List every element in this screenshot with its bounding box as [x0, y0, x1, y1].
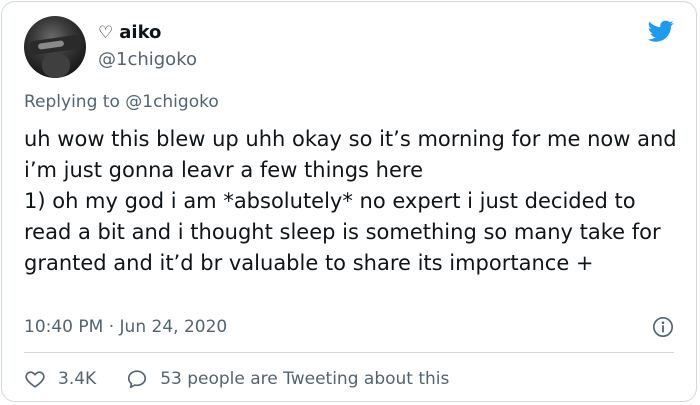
- tweet-card: ♡ aiko @1chigoko Replying to @1chigoko u…: [1, 1, 697, 402]
- avatar[interactable]: [24, 16, 86, 78]
- like-count: 3.4K: [58, 369, 97, 389]
- tweet-text: uh wow this blew up uhh okay so it’s mor…: [24, 127, 677, 275]
- display-name[interactable]: aiko: [119, 22, 161, 44]
- divider: [24, 352, 674, 353]
- tweet-timestamp[interactable]: 10:40 PM · Jun 24, 2020: [24, 316, 227, 338]
- author-name-row[interactable]: ♡ aiko: [98, 22, 161, 44]
- meta-separator: ·: [108, 317, 115, 337]
- name-heart-glyph: ♡: [98, 23, 114, 43]
- speech-bubble-icon: [128, 370, 147, 389]
- tweeting-about-link[interactable]: 53 people are Tweeting about this: [126, 367, 449, 391]
- like-button[interactable]: 3.4K: [24, 367, 96, 391]
- tweeting-about-text: 53 people are Tweeting about this: [160, 369, 450, 389]
- tweet-date: Jun 24, 2020: [119, 317, 228, 337]
- replying-prefix: Replying to: [24, 92, 120, 112]
- twitter-bird-icon[interactable]: [646, 18, 676, 44]
- replying-to-line: Replying to @1chigoko: [24, 91, 219, 113]
- tweet-time: 10:40 PM: [24, 317, 104, 337]
- replying-to-mention[interactable]: @1chigoko: [125, 92, 219, 112]
- info-icon[interactable]: [652, 316, 674, 338]
- tweet-actions: 3.4K 53 people are Tweeting about this: [24, 367, 449, 391]
- heart-icon: [25, 371, 45, 388]
- user-handle[interactable]: @1chigoko: [98, 49, 197, 71]
